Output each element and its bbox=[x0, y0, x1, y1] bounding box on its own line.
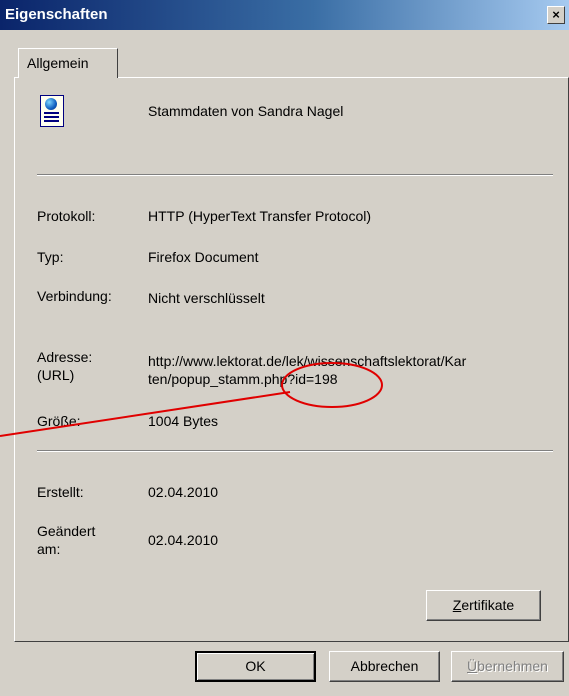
modified-label-line1: Geändert bbox=[37, 523, 96, 539]
certificates-button[interactable]: Zertifikate bbox=[426, 590, 541, 621]
connection-label: Verbindung: bbox=[37, 288, 112, 304]
text-line bbox=[44, 120, 59, 122]
title-bar: Eigenschaften × bbox=[0, 0, 569, 30]
address-value-line1: http://www.lektorat.de/lek/wissenschafts… bbox=[148, 353, 467, 369]
apply-button[interactable]: Übernehmen bbox=[451, 651, 564, 682]
modified-label-line2: am: bbox=[37, 541, 61, 557]
close-button[interactable]: × bbox=[547, 6, 565, 24]
protocol-value: HTTP (HyperText Transfer Protocol) bbox=[148, 208, 372, 224]
apply-label: bernehmen bbox=[477, 658, 548, 674]
close-icon: × bbox=[552, 7, 560, 22]
ok-button[interactable]: OK bbox=[195, 651, 316, 682]
window-title: Eigenschaften bbox=[5, 6, 108, 23]
ok-label: OK bbox=[245, 658, 266, 674]
protocol-label: Protokoll: bbox=[37, 208, 96, 224]
created-label: Erstellt: bbox=[37, 484, 84, 500]
certificates-label: ertifikate bbox=[461, 597, 515, 613]
modified-value: 02.04.2010 bbox=[148, 532, 219, 548]
tab-label: Allgemein bbox=[27, 55, 89, 71]
text-line bbox=[44, 112, 59, 114]
created-value: 02.04.2010 bbox=[148, 484, 219, 500]
document-name: Stammdaten von Sandra Nagel bbox=[148, 103, 344, 119]
cancel-label: Abbrechen bbox=[350, 658, 419, 674]
separator bbox=[37, 174, 553, 176]
type-label: Typ: bbox=[37, 249, 64, 265]
address-label-line2: (URL) bbox=[37, 367, 75, 383]
separator bbox=[37, 450, 553, 452]
connection-value: Nicht verschlüsselt bbox=[148, 290, 265, 306]
cancel-button[interactable]: Abbrechen bbox=[329, 651, 440, 682]
type-value: Firefox Document bbox=[148, 249, 259, 265]
tab-allgemein[interactable]: Allgemein bbox=[18, 48, 118, 78]
globe-icon bbox=[45, 98, 57, 110]
address-label-line1: Adresse: bbox=[37, 349, 93, 365]
size-label: Größe: bbox=[37, 413, 81, 429]
size-value: 1004 Bytes bbox=[148, 413, 219, 429]
text-line bbox=[44, 116, 59, 118]
address-value-line2: ten/popup_stamm.php?id=198 bbox=[148, 371, 338, 387]
document-globe-icon bbox=[40, 95, 64, 127]
apply-accel: Ü bbox=[467, 658, 478, 674]
